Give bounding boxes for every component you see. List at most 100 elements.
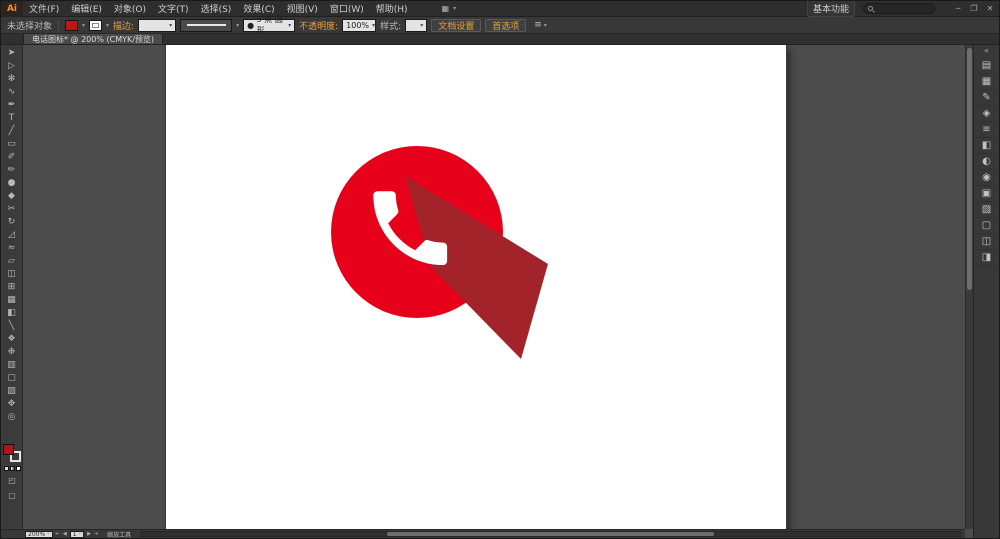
type-tool[interactable]: T [3, 112, 21, 125]
fill-caret-icon[interactable]: ▾ [82, 22, 85, 29]
control-panel-menu[interactable]: ≡ ▾ [534, 20, 547, 30]
artboard-number-field[interactable]: 1▾ [70, 531, 84, 538]
restore-button[interactable]: ❐ [969, 4, 979, 13]
mesh-tool[interactable]: ▦ [3, 294, 21, 307]
zoom-tool[interactable]: ◎ [3, 411, 21, 424]
opacity-label[interactable]: 不透明度: [299, 19, 338, 32]
shape-builder-tool[interactable]: ◫ [3, 268, 21, 281]
blend-tool[interactable]: ❖ [3, 333, 21, 346]
rotate-tool[interactable]: ↻ [3, 216, 21, 229]
brush-definition-field[interactable]: ● 5 点 圆形 ▾ [243, 19, 295, 32]
artboard-tool[interactable]: ▢ [3, 372, 21, 385]
menu-help[interactable]: 帮助(H) [370, 1, 414, 16]
line-segment-tool[interactable]: ╱ [3, 125, 21, 138]
swatches-panel-icon[interactable]: ▦ [977, 74, 997, 90]
vertical-scrollbar-thumb[interactable] [967, 48, 972, 290]
scale-tool[interactable]: ◿ [3, 229, 21, 242]
magic-wand-tool[interactable]: ✻ [3, 73, 21, 86]
column-graph-tool[interactable]: ▥ [3, 359, 21, 372]
width-tool[interactable]: ≈ [3, 242, 21, 255]
blob-brush-tool[interactable]: ● [3, 177, 21, 190]
first-artboard-icon[interactable]: ⇤ [56, 531, 60, 537]
pen-tool[interactable]: ✒ [3, 99, 21, 112]
graphic-styles-panel-icon[interactable]: ▣ [977, 186, 997, 202]
opacity-field[interactable]: 100% ▾ [342, 19, 376, 32]
chevron-down-icon[interactable]: ▾ [285, 22, 291, 29]
width-profile-dropdown[interactable] [180, 19, 232, 32]
color-panel-icon[interactable]: ▤ [977, 58, 997, 74]
fill-swatch[interactable] [3, 444, 14, 455]
menu-view[interactable]: 视图(V) [281, 1, 324, 16]
rectangle-tool[interactable]: ▭ [3, 138, 21, 151]
minimize-button[interactable]: ─ [953, 4, 963, 13]
chevron-down-icon[interactable]: ▾ [166, 22, 172, 29]
eyedropper-tool[interactable]: ╲ [3, 320, 21, 333]
style-field[interactable]: ▾ [405, 19, 427, 32]
layers-panel-icon[interactable]: ▧ [977, 202, 997, 218]
stroke-weight-label[interactable]: 描边: [113, 19, 134, 32]
stroke-weight-field[interactable]: ▾ [138, 19, 176, 32]
stroke-panel-icon[interactable]: ≡ [977, 122, 997, 138]
canvas[interactable] [23, 45, 965, 529]
gradient-tool[interactable]: ◧ [3, 307, 21, 320]
none-mode-button[interactable] [16, 466, 21, 471]
stroke-color-swatch[interactable] [89, 20, 102, 31]
appearance-panel-icon[interactable]: ◉ [977, 170, 997, 186]
next-artboard-icon[interactable]: ▶ [87, 531, 91, 537]
paintbrush-tool[interactable]: ✐ [3, 151, 21, 164]
menu-object[interactable]: 对象(O) [108, 1, 152, 16]
menu-edit[interactable]: 编辑(E) [65, 1, 108, 16]
previous-artboard-icon[interactable]: ◀ [63, 531, 67, 537]
arrange-documents-icon[interactable]: ▦ [440, 4, 452, 13]
menu-file[interactable]: 文件(F) [23, 1, 65, 16]
artboards-panel-icon[interactable]: ▢ [977, 218, 997, 234]
free-transform-tool[interactable]: ▱ [3, 255, 21, 268]
last-artboard-icon[interactable]: ⇥ [94, 531, 98, 537]
current-tool-status: 缩放工具 [107, 530, 131, 539]
align-panel-icon[interactable]: ◫ [977, 234, 997, 250]
document-tab[interactable]: 电话图标* @ 200% (CMYK/预览) [23, 34, 163, 44]
document-setup-button[interactable]: 文档设置 [431, 19, 481, 32]
expand-panels-icon[interactable]: « [984, 46, 989, 58]
pathfinder-panel-icon[interactable]: ◨ [977, 250, 997, 266]
menu-window[interactable]: 窗口(W) [324, 1, 370, 16]
artboard[interactable] [166, 45, 786, 529]
scissors-tool[interactable]: ✂ [3, 203, 21, 216]
pencil-tool[interactable]: ✏ [3, 164, 21, 177]
chevron-down-icon[interactable]: ▾ [417, 22, 423, 29]
chevron-down-icon[interactable]: ▾ [453, 5, 456, 12]
preferences-button[interactable]: 首选项 [485, 19, 526, 32]
fill-color-swatch[interactable] [65, 20, 78, 31]
brushes-panel-icon[interactable]: ✎ [977, 90, 997, 106]
drawing-modes-icon[interactable]: ◰ [3, 474, 21, 486]
fill-stroke-indicator[interactable] [3, 444, 21, 462]
lasso-tool[interactable]: ∿ [3, 86, 21, 99]
selection-tool[interactable]: ➤ [3, 47, 21, 60]
symbols-panel-icon[interactable]: ◈ [977, 106, 997, 122]
menu-bar: Ai 文件(F) 编辑(E) 对象(O) 文字(T) 选择(S) 效果(C) 视… [1, 1, 999, 17]
horizontal-scrollbar[interactable] [140, 531, 961, 537]
eraser-tool[interactable]: ◆ [3, 190, 21, 203]
transparency-panel-icon[interactable]: ◐ [977, 154, 997, 170]
slice-tool[interactable]: ▨ [3, 385, 21, 398]
workspace-switcher[interactable]: 基本功能 [807, 0, 855, 17]
vertical-scrollbar[interactable] [965, 45, 973, 529]
color-mode-button[interactable] [4, 466, 9, 471]
zoom-level-field[interactable]: 200%▾ [25, 531, 53, 538]
profile-caret-icon[interactable]: ▾ [236, 22, 239, 29]
menu-select[interactable]: 选择(S) [195, 1, 238, 16]
menu-type[interactable]: 文字(T) [152, 1, 195, 16]
horizontal-scrollbar-thumb[interactable] [387, 532, 715, 536]
gradient-panel-icon[interactable]: ◧ [977, 138, 997, 154]
screen-mode-icon[interactable]: ▢ [3, 489, 21, 501]
illustrator-window: Ai 文件(F) 编辑(E) 对象(O) 文字(T) 选择(S) 效果(C) 视… [0, 0, 1000, 539]
symbol-sprayer-tool[interactable]: ❉ [3, 346, 21, 359]
search-input[interactable] [863, 3, 935, 14]
direct-selection-tool[interactable]: ▷ [3, 60, 21, 73]
gradient-mode-button[interactable] [10, 466, 15, 471]
hand-tool[interactable]: ✥ [3, 398, 21, 411]
perspective-grid-tool[interactable]: ⊞ [3, 281, 21, 294]
stroke-caret-icon[interactable]: ▾ [106, 22, 109, 29]
close-button[interactable]: ✕ [985, 4, 995, 13]
chevron-down-icon[interactable]: ▾ [369, 22, 375, 29]
